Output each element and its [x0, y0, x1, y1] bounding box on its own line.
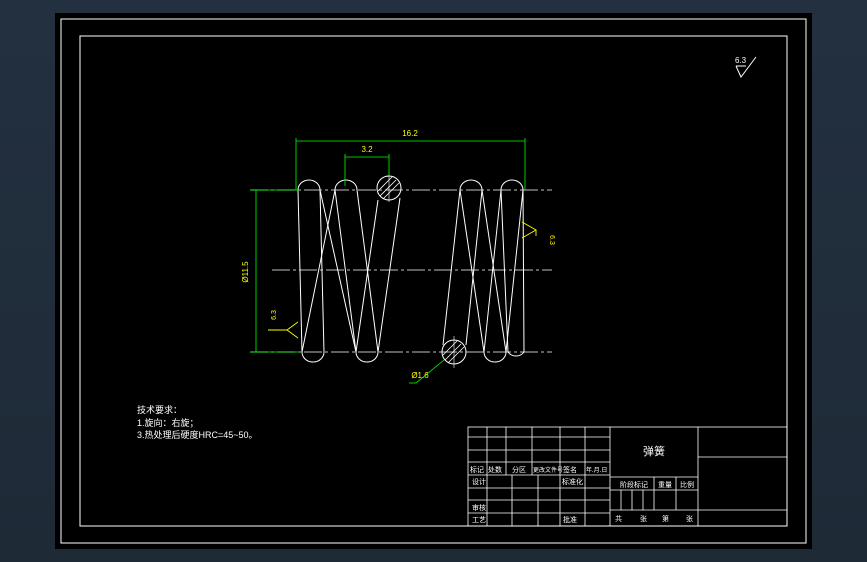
notes-line-1: 1.旋向：右旋； — [137, 417, 199, 428]
drawing-sheet — [55, 13, 812, 549]
label-weight: 重量 — [658, 481, 672, 489]
dim-outer-diameter: Ø11.5 — [241, 261, 250, 283]
hdr-doc: 更改文件号 — [533, 466, 563, 474]
label-sheet-word-2: 张 — [686, 514, 693, 523]
hdr-date: 年.月.日 — [586, 466, 607, 474]
hdr-count: 处数 — [488, 465, 502, 474]
roughness-label-left: 6.3 — [271, 310, 278, 320]
label-review: 审核 — [472, 503, 486, 512]
roughness-label-top-right: 6.3 — [735, 56, 747, 65]
hdr-mark: 标记 — [470, 465, 484, 474]
label-process: 工艺 — [472, 516, 486, 524]
label-design: 设计 — [472, 477, 486, 486]
dim-pitch: 3.2 — [361, 145, 373, 154]
label-approve: 批准 — [563, 515, 577, 524]
part-name: 弹簧 — [643, 444, 665, 458]
dim-wire-diameter: Ø1.6 — [411, 371, 429, 380]
hdr-zone: 分区 — [512, 465, 526, 474]
label-sheet-word-1: 张 — [640, 514, 647, 523]
roughness-label-right: 6.3 — [548, 235, 555, 245]
drawing-canvas: 6.3 16.2 3.2 Ø11.5 Ø1.6 6.3 6.3 技术要求： 1.… — [55, 13, 812, 549]
label-sheet-no: 第 — [662, 514, 669, 523]
notes-heading: 技术要求： — [137, 404, 182, 415]
cad-viewport: 6.3 16.2 3.2 Ø11.5 Ø1.6 6.3 6.3 技术要求： 1.… — [0, 0, 867, 562]
label-stage-mark: 阶段标记 — [620, 480, 648, 489]
notes-line-2: 3.热处理后硬度HRC=45~50。 — [137, 429, 258, 440]
label-sheets-total: 共 — [615, 514, 622, 523]
dim-total-length: 16.2 — [402, 129, 418, 138]
label-standardize: 标准化 — [562, 477, 583, 486]
label-scale: 比例 — [680, 480, 694, 489]
hdr-sign: 签名 — [563, 465, 577, 474]
